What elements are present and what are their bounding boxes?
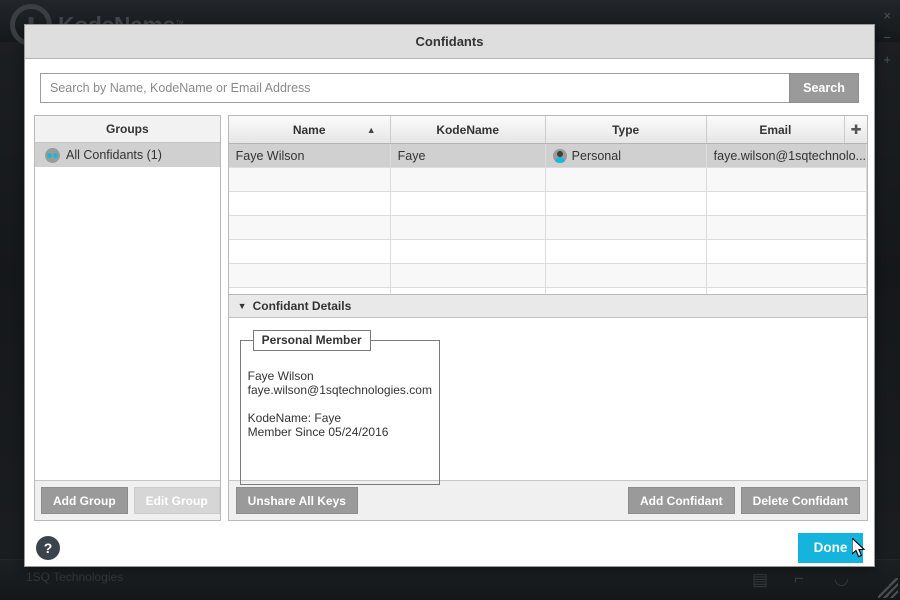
confidants-dialog: Confidants Search Groups All Confidants … <box>24 24 875 567</box>
member-name: Faye Wilson <box>247 369 314 383</box>
person-icon <box>552 148 567 163</box>
window-close-icon[interactable]: × <box>883 9 891 22</box>
cell-empty <box>390 192 546 216</box>
table-row[interactable]: Faye Wilson Faye Personal faye.wilson@1s… <box>228 144 868 168</box>
cell-empty <box>390 240 546 264</box>
column-header-email[interactable]: Email <box>707 116 846 143</box>
cell-empty <box>228 264 391 288</box>
table-header-row: Name ▲ KodeName Type Email ✚ <box>228 116 868 144</box>
dialog-title: Confidants <box>415 34 484 49</box>
table-row[interactable] <box>228 264 868 288</box>
cell-empty <box>545 264 707 288</box>
confidant-details-title: Confidant Details <box>252 299 352 313</box>
column-header-kodename-label: KodeName <box>436 122 499 137</box>
member-kodename: KodeName: Faye <box>247 411 342 425</box>
cell-empty <box>228 240 391 264</box>
member-card: Personal Member Faye Wilson faye.wilson@… <box>239 330 440 485</box>
cell-kodename: Faye <box>390 144 546 168</box>
confidant-details-header[interactable]: ▼ Confidant Details <box>228 295 868 318</box>
done-button[interactable]: Done <box>798 532 863 563</box>
column-header-kodename[interactable]: KodeName <box>391 116 546 143</box>
sort-ascending-icon: ▲ <box>366 124 376 135</box>
unshare-all-keys-button[interactable]: Unshare All Keys <box>235 487 358 514</box>
window-maximize-icon[interactable]: + <box>883 53 891 66</box>
column-header-type-label: Type <box>612 122 640 137</box>
member-email: faye.wilson@1sqtechnologies.com <box>247 383 432 397</box>
table-row[interactable] <box>228 168 868 192</box>
search-button[interactable]: Search <box>789 73 859 103</box>
sidebar-item-all-confidants[interactable]: All Confidants (1) <box>35 143 220 167</box>
edit-group-button: Edit Group <box>133 487 220 514</box>
cell-empty <box>545 216 707 240</box>
cell-type-label: Personal <box>571 148 621 163</box>
confidant-action-bar: Unshare All Keys Add Confidant Delete Co… <box>228 480 868 520</box>
cell-empty <box>391 288 546 294</box>
cell-empty <box>545 240 707 264</box>
confidants-table: Name ▲ KodeName Type Email ✚ Faye Wilson… <box>228 116 868 295</box>
cell-empty <box>545 168 707 192</box>
column-header-email-label: Email <box>759 122 792 137</box>
cell-empty <box>706 240 868 264</box>
column-header-type[interactable]: Type <box>546 116 707 143</box>
resize-grip[interactable] <box>878 578 898 598</box>
member-since: Member Since 05/24/2016 <box>247 425 389 439</box>
cell-empty <box>228 192 391 216</box>
cell-empty <box>546 288 707 294</box>
action-bar-right-group: Add Confidant Delete Confidant <box>628 487 861 514</box>
cell-empty <box>706 264 868 288</box>
groups-pane: Groups All Confidants (1) Add Group Edit… <box>34 115 221 521</box>
dialog-footer: ? Done <box>25 521 874 574</box>
add-group-button[interactable]: Add Group <box>41 487 128 514</box>
cell-type: Personal <box>545 144 707 168</box>
table-row[interactable] <box>228 192 868 216</box>
table-row[interactable] <box>229 288 868 294</box>
cell-empty <box>706 216 868 240</box>
cell-empty <box>545 192 707 216</box>
search-input[interactable] <box>40 73 789 103</box>
table-row[interactable] <box>228 240 868 264</box>
cell-empty <box>706 168 868 192</box>
card-spacer <box>245 397 439 411</box>
cell-empty <box>229 288 391 294</box>
cell-email: faye.wilson@1sqtechnolo... <box>706 144 868 168</box>
dialog-body: Groups All Confidants (1) Add Group Edit… <box>25 115 874 521</box>
cell-empty <box>228 168 391 192</box>
sidebar-item-label: All Confidants (1) <box>66 148 162 162</box>
confidant-details-body: Personal Member Faye Wilson faye.wilson@… <box>228 318 868 485</box>
groups-footer: Add Group Edit Group <box>35 480 220 520</box>
column-header-name-label: Name <box>292 122 326 137</box>
column-header-name[interactable]: Name ▲ <box>229 116 391 143</box>
groups-header: Groups <box>35 116 220 143</box>
cell-empty <box>706 192 868 216</box>
dialog-titlebar: Confidants <box>25 25 874 59</box>
right-pane: Name ▲ KodeName Type Email ✚ Faye Wilson… <box>227 115 869 521</box>
cell-name: Faye Wilson <box>228 144 391 168</box>
cell-empty <box>228 216 391 240</box>
add-confidant-button[interactable]: Add Confidant <box>628 487 735 514</box>
cell-empty <box>390 168 546 192</box>
groups-list: All Confidants (1) <box>35 143 220 480</box>
table-row[interactable] <box>228 216 868 240</box>
delete-confidant-button[interactable]: Delete Confidant <box>740 487 861 514</box>
chevron-down-icon: ▼ <box>237 301 247 311</box>
window-minimize-icon[interactable]: − <box>883 31 891 44</box>
cell-empty <box>707 288 868 294</box>
add-column-plus-icon[interactable]: ✚ <box>845 116 867 143</box>
member-card-legend: Personal Member <box>252 330 371 351</box>
search-row: Search <box>25 59 874 115</box>
group-icon <box>45 147 60 163</box>
cell-empty <box>390 264 546 288</box>
help-button[interactable]: ? <box>36 535 60 560</box>
member-card-content: Faye Wilson faye.wilson@1sqtechnologies.… <box>241 341 439 439</box>
cell-empty <box>390 216 546 240</box>
